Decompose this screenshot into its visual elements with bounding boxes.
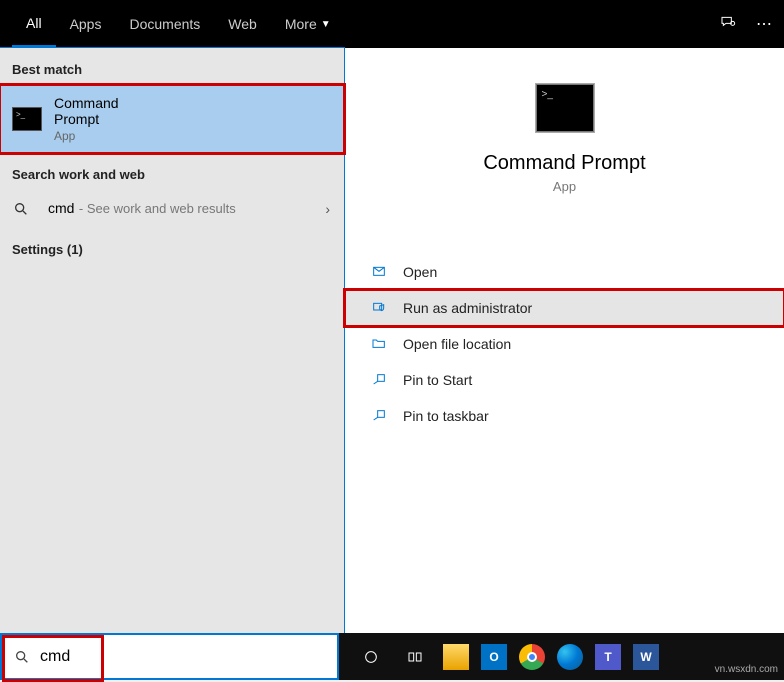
taskbar-search[interactable] <box>0 633 339 680</box>
chevron-right-icon: › <box>325 201 330 217</box>
results-pane: Best match Command Prompt App Search wor… <box>0 48 344 633</box>
search-icon <box>14 649 30 665</box>
folder-icon <box>369 336 389 352</box>
result-command-prompt[interactable]: Command Prompt App <box>0 85 344 153</box>
result-hint: See work and web results <box>87 201 236 216</box>
pin-start-icon <box>369 372 389 388</box>
shield-icon <box>369 300 389 316</box>
action-pin-taskbar[interactable]: Pin to taskbar <box>345 398 784 434</box>
detail-sub: App <box>553 179 576 194</box>
outlook-icon[interactable]: O <box>475 644 513 670</box>
best-match-label: Best match <box>0 48 344 85</box>
action-run-admin[interactable]: Run as administrator <box>345 290 784 326</box>
taskbar: O T W <box>0 633 784 680</box>
chevron-down-icon: ▼ <box>321 19 331 30</box>
action-open-file-location[interactable]: Open file location <box>345 326 784 362</box>
search-input[interactable] <box>40 648 325 666</box>
result-sub: App <box>54 129 140 143</box>
feedback-icon[interactable] <box>720 14 736 35</box>
tab-more[interactable]: More▼ <box>271 0 345 48</box>
tab-all[interactable]: All <box>12 0 56 48</box>
action-pin-start[interactable]: Pin to Start <box>345 362 784 398</box>
action-label: Pin to taskbar <box>403 408 489 424</box>
watermark: vn.wsxdn.com <box>715 664 778 675</box>
detail-pane: Command Prompt App Open Run as administr… <box>344 48 784 633</box>
search-work-web-label: Search work and web <box>0 153 344 190</box>
header-tabs: All Apps Documents Web More▼ ⋯ <box>0 0 784 48</box>
chrome-icon[interactable] <box>513 644 551 670</box>
action-label: Run as administrator <box>403 300 532 316</box>
more-options-icon[interactable]: ⋯ <box>756 14 772 34</box>
edge-icon[interactable] <box>551 644 589 670</box>
teams-icon[interactable]: T <box>589 644 627 670</box>
action-label: Pin to Start <box>403 372 472 388</box>
open-icon <box>369 264 389 280</box>
settings-label[interactable]: Settings (1) <box>0 228 344 265</box>
action-label: Open file location <box>403 336 511 352</box>
cmd-large-icon <box>536 84 594 132</box>
action-open[interactable]: Open <box>345 254 784 290</box>
search-icon <box>12 201 30 217</box>
file-explorer-icon[interactable] <box>437 644 475 670</box>
tab-apps[interactable]: Apps <box>56 0 116 48</box>
result-title: Command Prompt <box>54 95 140 127</box>
detail-title: Command Prompt <box>483 152 645 175</box>
pin-taskbar-icon <box>369 408 389 424</box>
cmd-icon <box>12 107 42 131</box>
task-view-icon[interactable] <box>393 633 437 680</box>
result-web-search[interactable]: cmd - See work and web results › <box>0 190 344 228</box>
tab-documents[interactable]: Documents <box>115 0 214 48</box>
tab-web[interactable]: Web <box>214 0 271 48</box>
word-icon[interactable]: W <box>627 644 665 670</box>
result-query: cmd <box>48 200 74 216</box>
action-label: Open <box>403 264 437 280</box>
cortana-icon[interactable] <box>349 633 393 680</box>
